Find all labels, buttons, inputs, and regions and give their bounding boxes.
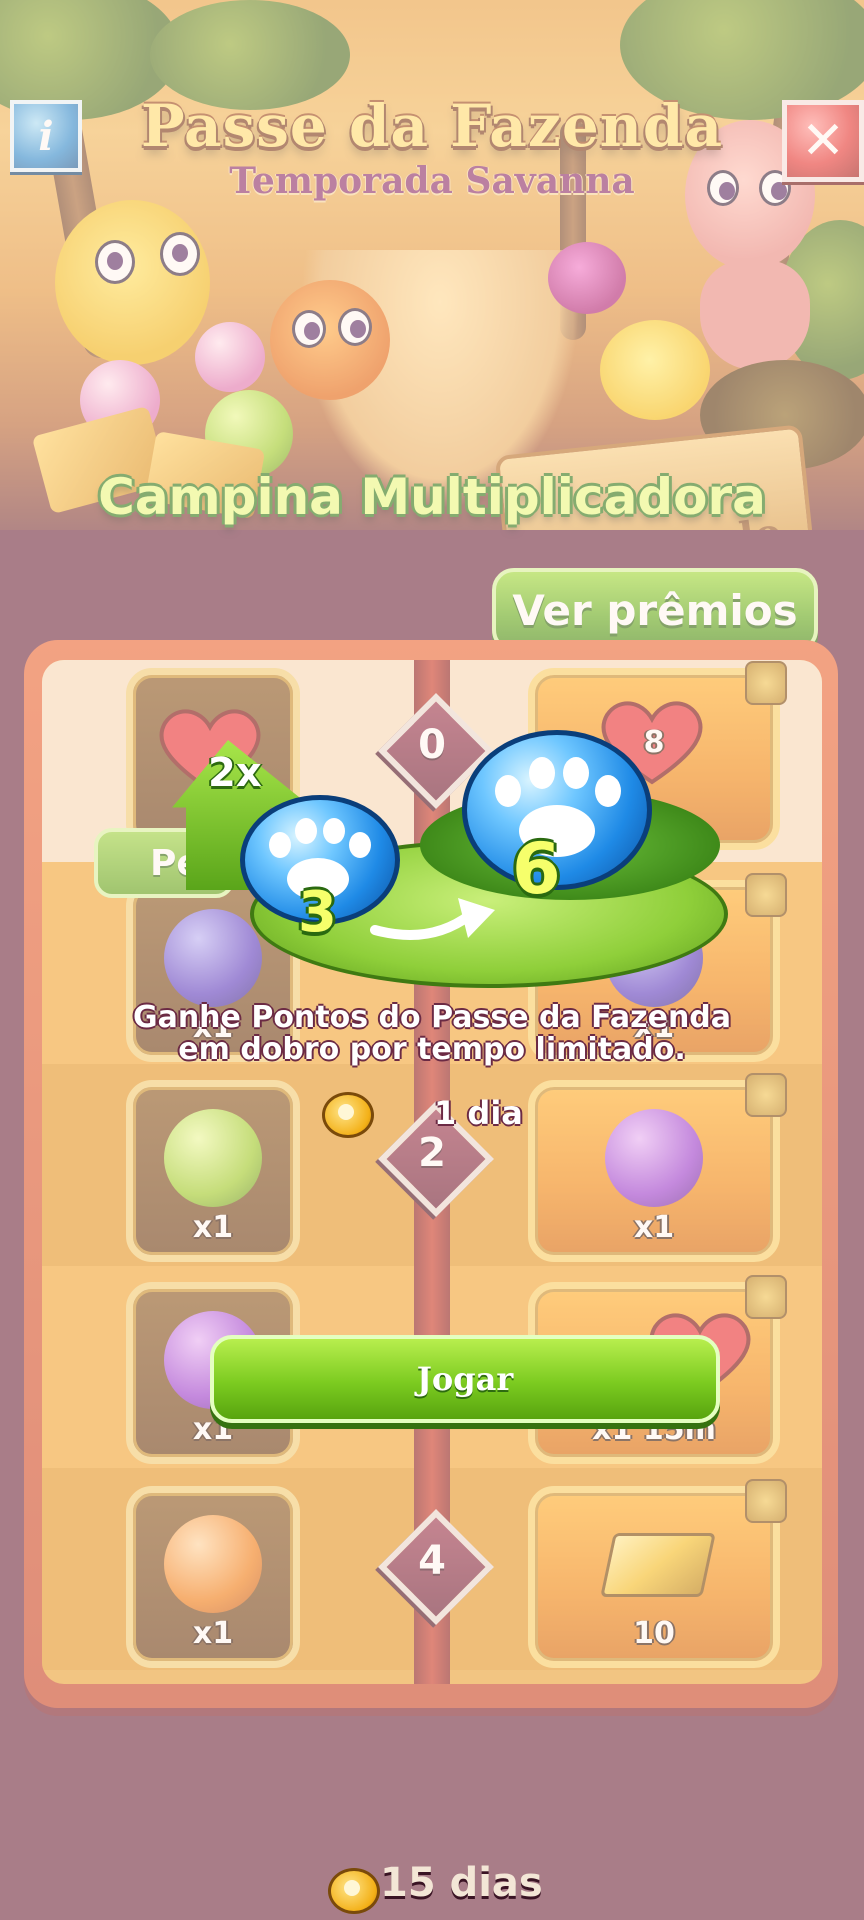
alarm-clock-icon bbox=[328, 1868, 380, 1914]
alarm-clock-icon bbox=[322, 1092, 374, 1138]
season-timer: 15 dias bbox=[380, 1860, 543, 1906]
arrow-right-icon bbox=[370, 890, 500, 940]
popup-timer: 1 dia bbox=[434, 1094, 523, 1132]
popup-illustration: 2x 3 6 bbox=[0, 700, 864, 1000]
play-button[interactable]: Jogar bbox=[210, 1335, 720, 1423]
popup-description-line1: Ganhe Pontos do Passe da Fazenda bbox=[132, 1000, 732, 1035]
multiplier-badge: 2x bbox=[208, 750, 262, 796]
points-before: 3 bbox=[298, 880, 337, 945]
points-after: 6 bbox=[512, 828, 561, 910]
popup-description-line2: em dobro por tempo limitado. bbox=[178, 1032, 686, 1067]
